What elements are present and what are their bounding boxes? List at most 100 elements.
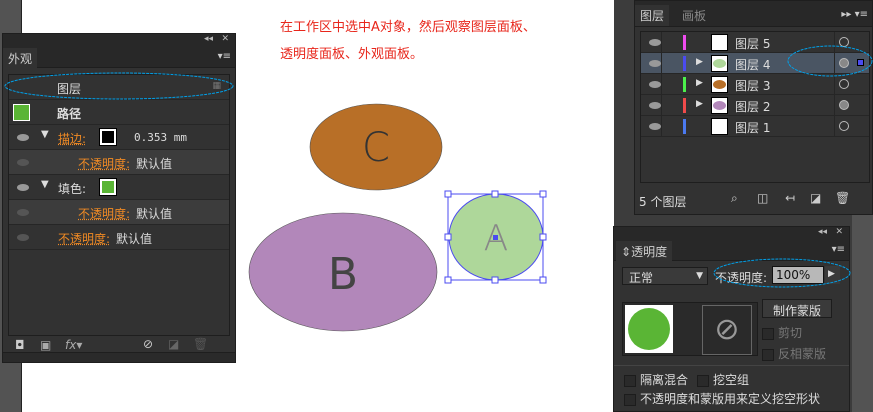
expand-triangle-icon[interactable]: ▼	[41, 129, 49, 140]
fill-opacity-label[interactable]: 不透明度:	[78, 205, 130, 222]
opacity-slider-button[interactable]: ▶	[825, 266, 840, 284]
layer-row[interactable]: ▶ 图层 2	[641, 95, 869, 116]
new-layer-icon[interactable]: ◪	[810, 191, 821, 205]
search-icon[interactable]: ⌕	[731, 191, 738, 206]
thumbnail-box: ⊘	[622, 302, 758, 356]
add-stroke-icon[interactable]: ◘	[15, 338, 25, 352]
layer-row[interactable]: 图层 1	[641, 116, 869, 137]
object-c-label: C	[362, 125, 390, 171]
tab-transparency[interactable]: ⇕透明度	[616, 241, 673, 262]
tab-artboards[interactable]: 画板	[677, 5, 712, 26]
collapse-icon[interactable]: ◂◂	[204, 34, 213, 44]
artboard: C B A	[248, 103, 547, 332]
object-thumbnail[interactable]	[625, 305, 673, 353]
clear-appearance-icon[interactable]: ⊘	[143, 337, 153, 351]
layers-panel: 图层 画板 ▸▸ ▾≡ 图层 5 ▶ 图层 4 ▶ 图层 3 ▶ 图层 2 图层 1…	[634, 0, 873, 215]
layer-name[interactable]: 图层 5	[735, 35, 770, 52]
panel-menu-icon[interactable]: ▸▸ ▾≡	[841, 9, 868, 20]
eye-icon[interactable]	[649, 123, 661, 130]
collapse-icon[interactable]: ◂◂	[818, 227, 827, 237]
make-mask-button[interactable]: 制作蒙版	[762, 299, 832, 318]
object-opacity-value: 默认值	[116, 232, 153, 246]
instruction-line1: 在工作区中选中A对象，然后观察图层面板、	[280, 20, 536, 35]
close-icon[interactable]: ✕	[221, 34, 229, 44]
target-circle-icon[interactable]	[839, 37, 849, 47]
eye-icon[interactable]	[649, 39, 661, 46]
add-fill-icon[interactable]: ▣	[40, 338, 51, 352]
target-circle-icon[interactable]	[839, 100, 849, 110]
stroke-label[interactable]: 描边:	[58, 130, 86, 147]
fill-opacity-value: 默认值	[136, 207, 173, 221]
layer-color-bar	[683, 98, 686, 113]
eye-icon[interactable]	[17, 184, 29, 191]
trash-icon[interactable]: 🗑	[193, 337, 208, 351]
isolate-blending-checkbox[interactable]: 隔离混合	[624, 371, 688, 388]
layer-name[interactable]: 图层 3	[735, 77, 770, 94]
knockout-group-checkbox[interactable]: 挖空组	[697, 371, 749, 388]
fx-button[interactable]: fx▾	[65, 338, 82, 352]
dock-scrollbar[interactable]	[852, 215, 873, 412]
fill-label: 填色:	[58, 182, 87, 196]
layer-color-bar	[683, 35, 686, 50]
expand-triangle-icon[interactable]: ▶	[696, 99, 703, 109]
close-icon[interactable]: ✕	[835, 227, 843, 237]
transparency-panel: ◂◂ ✕ ⇕透明度 ▾≡ 正常 ▼ 不透明度: 100% ▶ ⊘ 制作蒙版 剪切 反相…	[613, 226, 850, 412]
invert-mask-checkbox[interactable]: 反相蒙版	[762, 345, 826, 362]
layer-name[interactable]: 图层 4	[735, 56, 770, 73]
target-circle-icon[interactable]	[839, 79, 849, 89]
eye-icon[interactable]	[17, 134, 29, 141]
create-sublayer-icon[interactable]: ↤	[785, 191, 795, 205]
opacity-label: 不透明度:	[715, 271, 768, 285]
blend-mode-dropdown[interactable]: 正常 ▼	[622, 267, 708, 285]
target-thumb-icon: ▦	[212, 81, 221, 91]
instruction-line2: 透明度面板、外观面板。	[280, 47, 424, 62]
expand-triangle-icon[interactable]: ▶	[696, 57, 703, 67]
duplicate-item-icon[interactable]: ◪	[168, 337, 179, 351]
appearance-panel: ◂◂ ✕ 外观 ▾≡ 图层 ▦ 路径 ▼ 描边: 0.353 mm 不透明度: 默认值 ▼ 填…	[2, 33, 236, 363]
stroke-value[interactable]: 0.353 mm	[134, 131, 187, 144]
layer-row[interactable]: 图层 5	[641, 32, 869, 53]
layer-row[interactable]: ▶ 图层 4	[641, 53, 869, 74]
no-mask-icon[interactable]: ⊘	[702, 305, 752, 355]
trash-icon[interactable]: 🗑	[835, 191, 850, 205]
tab-appearance[interactable]: 外观	[3, 48, 38, 69]
opacity-mask-knockout-checkbox[interactable]: 不透明度和蒙版用来定义挖空形状	[624, 390, 820, 407]
stroke-opacity-label[interactable]: 不透明度:	[78, 155, 130, 172]
resize-grip[interactable]	[3, 352, 235, 362]
layer-name[interactable]: 图层 2	[735, 98, 770, 115]
appearance-list: 图层 ▦ 路径 ▼ 描边: 0.353 mm 不透明度: 默认值 ▼ 填色: 不透明度: 默…	[8, 74, 230, 336]
tab-layers[interactable]: 图层	[635, 5, 670, 26]
eye-icon[interactable]	[17, 209, 29, 216]
center-point	[493, 235, 498, 240]
make-clipping-mask-icon[interactable]: ◫	[757, 191, 768, 205]
object-b-label: B	[328, 249, 358, 300]
target-circle-icon[interactable]	[839, 58, 849, 68]
fill-color-swatch[interactable]	[99, 178, 117, 196]
stroke-swatch[interactable]	[99, 128, 117, 146]
layer-thumbnail	[711, 55, 728, 72]
layer-color-bar	[683, 77, 686, 92]
opacity-input[interactable]: 100%	[772, 266, 824, 284]
layer-thumbnail	[711, 34, 728, 51]
eye-icon[interactable]	[649, 102, 661, 109]
expand-triangle-icon[interactable]: ▼	[41, 179, 49, 190]
eye-icon[interactable]	[649, 60, 661, 67]
layer-thumbnail	[711, 97, 728, 114]
eye-icon[interactable]	[17, 234, 29, 241]
divider	[614, 365, 849, 366]
selection-indicator[interactable]	[857, 59, 864, 66]
layer-thumbnail	[711, 76, 728, 93]
layers-list: 图层 5 ▶ 图层 4 ▶ 图层 3 ▶ 图层 2 图层 1	[640, 31, 870, 183]
eye-icon[interactable]	[17, 159, 29, 166]
panel-menu-icon[interactable]: ▾≡	[218, 51, 231, 62]
eye-icon[interactable]	[649, 81, 661, 88]
layer-thumbnail	[711, 118, 728, 135]
layer-color-bar	[683, 56, 686, 71]
layer-row[interactable]: ▶ 图层 3	[641, 74, 869, 95]
layer-name[interactable]: 图层 1	[735, 119, 770, 136]
expand-triangle-icon[interactable]: ▶	[696, 78, 703, 88]
target-circle-icon[interactable]	[839, 121, 849, 131]
clip-checkbox[interactable]: 剪切	[762, 324, 802, 341]
panel-menu-icon[interactable]: ▾≡	[832, 244, 845, 255]
object-opacity-label[interactable]: 不透明度:	[58, 230, 110, 247]
